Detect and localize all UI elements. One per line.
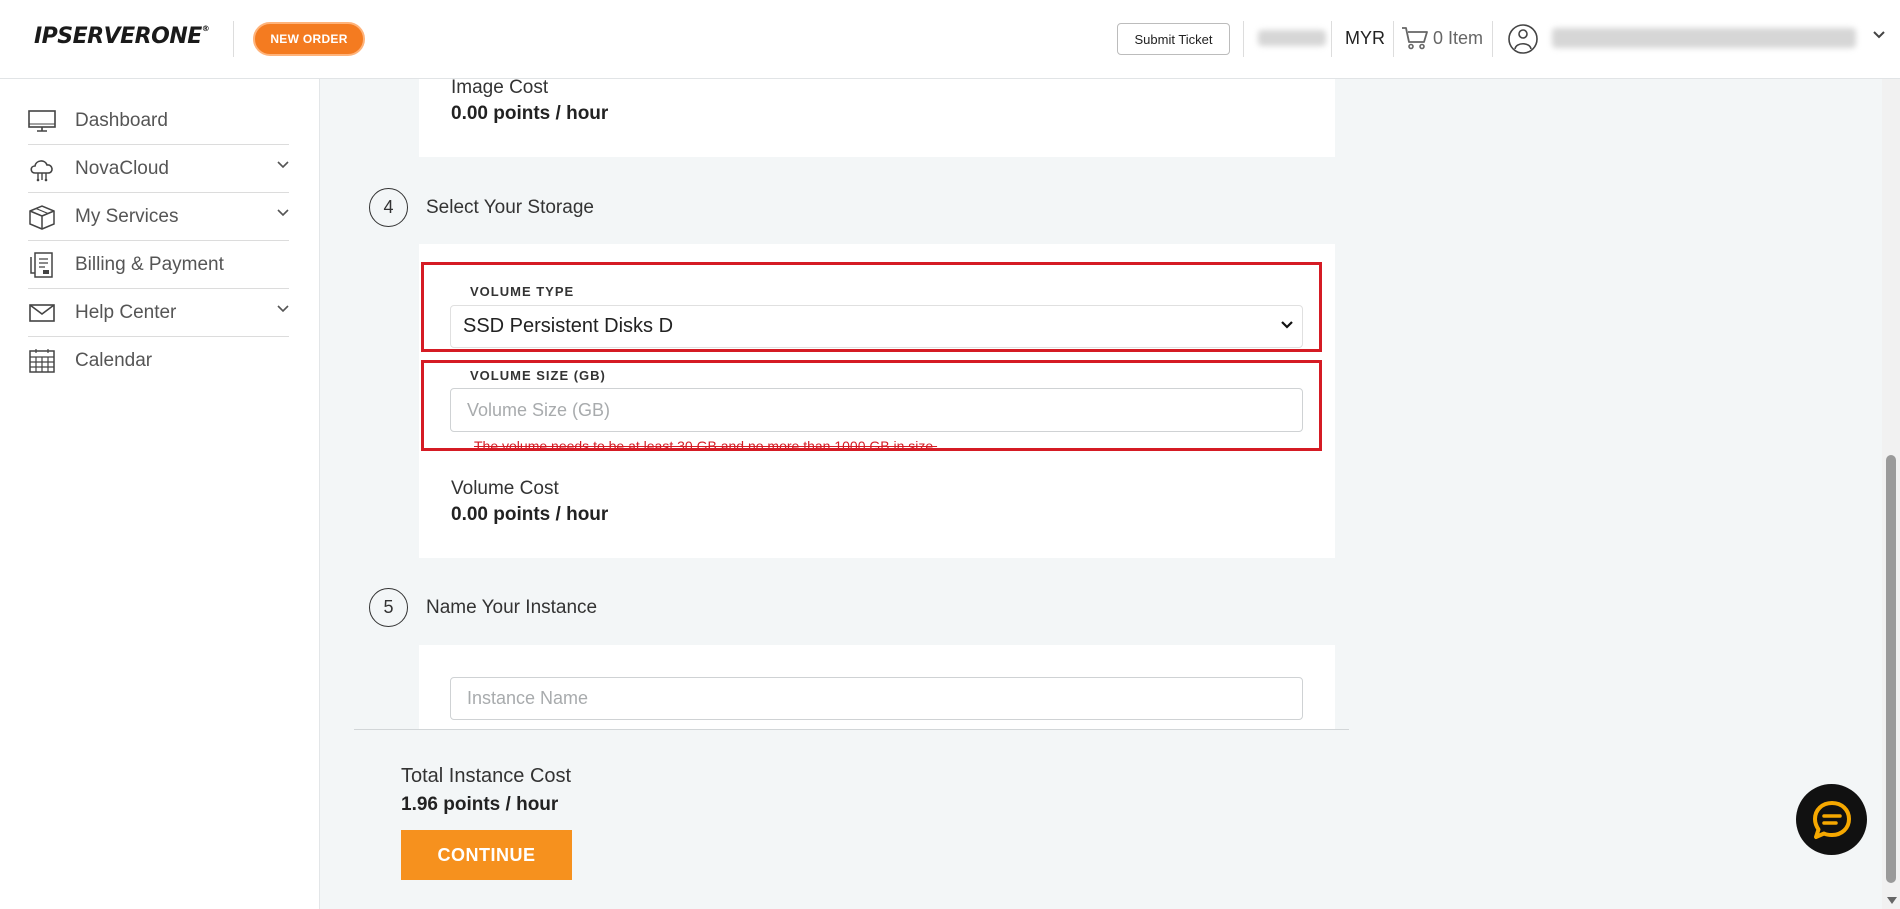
instance-name-placeholder: Instance Name bbox=[467, 688, 589, 708]
sidebar-item-label: Dashboard bbox=[75, 109, 168, 131]
scroll-down-arrow-icon[interactable] bbox=[1887, 897, 1897, 905]
cart-icon bbox=[1402, 27, 1428, 50]
storage-section-title: Select Your Storage bbox=[426, 197, 594, 218]
sidebar-item-calendar[interactable]: Calendar bbox=[28, 337, 289, 385]
sidebar: Dashboard NovaCloud My Services Billing … bbox=[0, 79, 320, 909]
new-order-button[interactable]: NEW ORDER bbox=[253, 22, 365, 56]
volume-cost-label: Volume Cost bbox=[451, 478, 559, 499]
header-divider bbox=[1331, 21, 1332, 57]
box-icon bbox=[28, 203, 56, 231]
page-scrollbar[interactable] bbox=[1882, 79, 1900, 909]
footer-divider bbox=[354, 729, 1349, 730]
sidebar-item-label: My Services bbox=[75, 205, 179, 227]
volume-size-error: The volume needs to be at least 30 GB an… bbox=[474, 438, 938, 454]
logo-mark: ® bbox=[201, 24, 210, 33]
header-divider bbox=[233, 21, 234, 57]
chevron-down-icon[interactable] bbox=[277, 209, 289, 217]
step-4-indicator: 4 bbox=[369, 188, 408, 227]
sidebar-item-dashboard[interactable]: Dashboard bbox=[28, 97, 289, 145]
ipserverone-logo[interactable]: IPSERVERONE® bbox=[34, 24, 210, 49]
image-cost-label: Image Cost bbox=[451, 77, 549, 98]
name-section-title: Name Your Instance bbox=[426, 597, 598, 618]
blurred-username[interactable] bbox=[1552, 28, 1856, 48]
chat-icon bbox=[1812, 800, 1851, 839]
calendar-icon bbox=[28, 347, 56, 375]
chevron-down-icon[interactable] bbox=[277, 161, 289, 169]
header-divider bbox=[1492, 21, 1493, 57]
cart-count: 0 Item bbox=[1433, 27, 1484, 48]
currency-selector[interactable]: MYR bbox=[1345, 28, 1385, 49]
header-divider bbox=[1393, 21, 1394, 57]
sidebar-item-label: Help Center bbox=[75, 301, 177, 323]
sidebar-item-my-services[interactable]: My Services bbox=[28, 193, 289, 241]
volume-cost-value: 0.00 points / hour bbox=[451, 504, 609, 525]
scrollbar-thumb[interactable] bbox=[1886, 455, 1896, 883]
sidebar-item-label: Calendar bbox=[75, 350, 153, 371]
submit-ticket-button[interactable]: Submit Ticket bbox=[1117, 23, 1230, 55]
image-cost-value: 0.00 points / hour bbox=[451, 103, 609, 124]
invoice-icon bbox=[28, 251, 56, 279]
cart-button[interactable]: 0 Item bbox=[1401, 26, 1483, 50]
sidebar-item-novacloud[interactable]: NovaCloud bbox=[28, 145, 289, 193]
blurred-balance bbox=[1258, 30, 1326, 46]
chevron-down-icon[interactable] bbox=[277, 305, 289, 313]
top-header: IPSERVERONE® NEW ORDER Submit Ticket MYR… bbox=[0, 0, 1900, 79]
sidebar-item-help-center[interactable]: Help Center bbox=[28, 289, 289, 337]
instance-name-input[interactable]: Instance Name bbox=[450, 677, 1303, 720]
header-divider bbox=[1243, 21, 1244, 57]
cloud-icon bbox=[28, 155, 56, 183]
chevron-down-icon[interactable] bbox=[1872, 30, 1886, 40]
envelope-icon bbox=[28, 299, 56, 327]
footer-panel bbox=[321, 730, 1400, 909]
sidebar-item-label: NovaCloud bbox=[75, 157, 169, 179]
step-5-indicator: 5 bbox=[369, 588, 408, 627]
volume-type-highlight bbox=[421, 262, 1322, 352]
continue-button[interactable]: CONTINUE bbox=[401, 830, 572, 880]
total-cost-value: 1.96 points / hour bbox=[401, 794, 559, 815]
user-avatar-icon[interactable] bbox=[1507, 23, 1539, 55]
logo-text: IPSERVERONE bbox=[34, 24, 202, 49]
total-cost-label: Total Instance Cost bbox=[401, 765, 572, 787]
live-chat-button[interactable] bbox=[1796, 784, 1867, 855]
monitor-icon bbox=[28, 107, 56, 135]
sidebar-item-billing-payment[interactable]: Billing & Payment bbox=[28, 241, 289, 289]
sidebar-item-label: Billing & Payment bbox=[75, 253, 224, 275]
